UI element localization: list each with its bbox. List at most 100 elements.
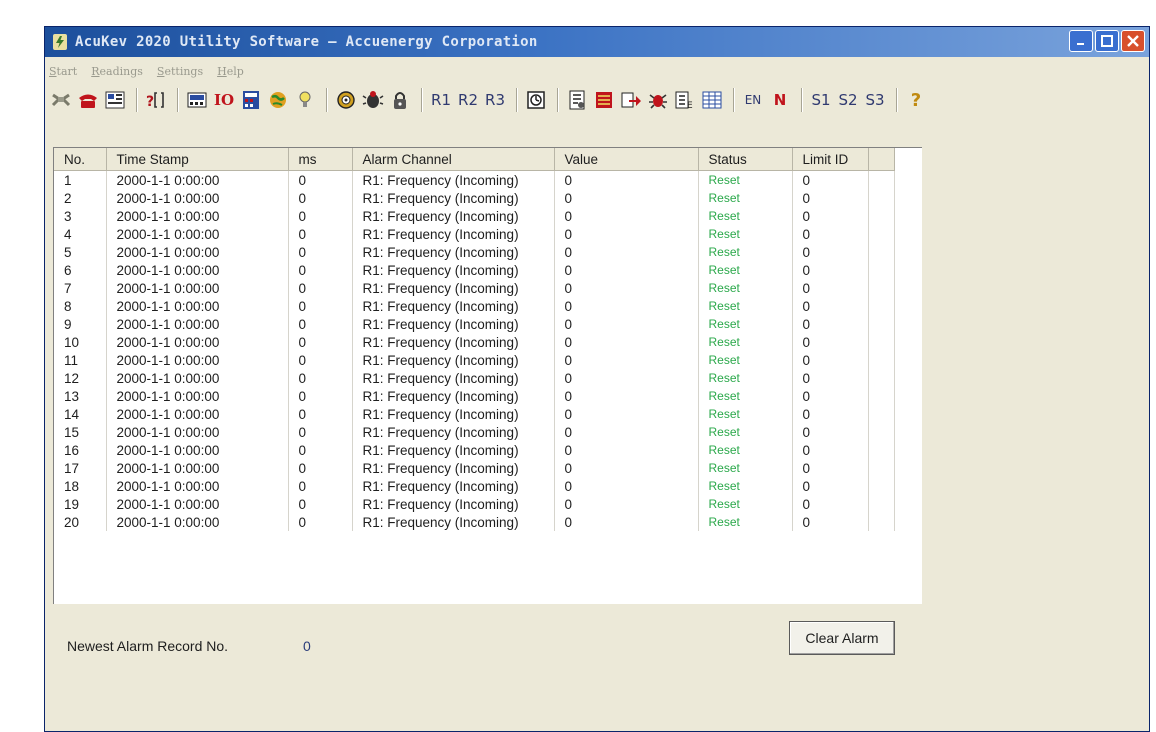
table-row[interactable]: 16 2000-1-1 0:00:00 0 R1: Frequency (Incomi… <box>54 441 895 459</box>
column-header-alarm-channel[interactable]: Alarm Channel <box>352 148 555 171</box>
app-icon <box>53 34 67 50</box>
bug-button[interactable] <box>646 88 670 112</box>
disc-button[interactable] <box>334 88 358 112</box>
toolbar-separator <box>136 88 138 112</box>
table-row[interactable]: 7 2000-1-1 0:00:00 0 R1: Frequency (Incomin… <box>54 279 895 297</box>
cell-filler <box>868 513 895 531</box>
menu-readings[interactable]: Readings <box>91 65 143 78</box>
r2-icon: R2 <box>458 91 478 109</box>
cell-no: 16 <box>54 441 107 459</box>
table-row[interactable]: 17 2000-1-1 0:00:00 0 R1: Frequency (Incomi… <box>54 459 895 477</box>
menu-start[interactable]: Start <box>49 65 77 78</box>
meter-icon <box>187 92 207 108</box>
light-bulb-button[interactable] <box>293 88 317 112</box>
cell-limit-id: 0 <box>792 207 869 225</box>
table-row[interactable]: 5 2000-1-1 0:00:00 0 R1: Frequency (Incomin… <box>54 243 895 261</box>
table-row[interactable]: 10 2000-1-1 0:00:00 0 R1: Frequency (Incomi… <box>54 333 895 351</box>
column-header-no[interactable]: No. <box>54 148 107 171</box>
cell-filler <box>868 333 895 351</box>
table-row[interactable]: 11 2000-1-1 0:00:00 0 R1: Frequency (Incomi… <box>54 351 895 369</box>
export-button[interactable] <box>619 88 643 112</box>
query-button[interactable]: ? <box>144 88 168 112</box>
r2-button[interactable]: R2 <box>456 88 480 112</box>
cell-ms: 0 <box>288 477 353 495</box>
table-row[interactable]: 12 2000-1-1 0:00:00 0 R1: Frequency (Incomi… <box>54 369 895 387</box>
cell-ms: 0 <box>288 207 353 225</box>
cell-filler <box>868 261 895 279</box>
cell-status: Reset <box>698 477 793 495</box>
table-row[interactable]: 14 2000-1-1 0:00:00 0 R1: Frequency (Incomi… <box>54 405 895 423</box>
cell-ms: 0 <box>288 333 353 351</box>
s3-button[interactable]: S3 <box>863 88 887 112</box>
r3-button[interactable]: R3 <box>483 88 507 112</box>
io-button[interactable]: IO <box>212 88 236 112</box>
table-row[interactable]: 8 2000-1-1 0:00:00 0 R1: Frequency (Incomin… <box>54 297 895 315</box>
help-icon: ? <box>910 89 922 111</box>
help-button[interactable]: ? <box>904 88 928 112</box>
cell-ms: 0 <box>288 351 353 369</box>
column-header-value[interactable]: Value <box>554 148 699 171</box>
alarm-bug-button[interactable] <box>361 88 385 112</box>
cell-value: 0 <box>554 315 699 333</box>
cell-value: 0 <box>554 225 699 243</box>
book-icon <box>596 92 612 108</box>
cell-status: Reset <box>698 387 793 405</box>
cell-value: 0 <box>554 459 699 477</box>
cell-no: 1 <box>54 170 107 189</box>
meter-button[interactable] <box>185 88 209 112</box>
table-row[interactable]: 2 2000-1-1 0:00:00 0 R1: Frequency (Incomin… <box>54 189 895 207</box>
r1-button[interactable]: R1 <box>429 88 453 112</box>
cell-time-stamp: 2000-1-1 0:00:00 <box>106 351 289 369</box>
device-list-button[interactable] <box>103 88 127 112</box>
minimize-button[interactable] <box>1069 30 1093 52</box>
title-bar[interactable]: AcuKev 2020 Utility Software — Accuenerg… <box>45 27 1149 57</box>
toolbar-separator <box>177 88 179 112</box>
n-button[interactable]: N <box>768 88 792 112</box>
cell-limit-id: 0 <box>792 297 869 315</box>
disc-icon <box>337 91 355 109</box>
cell-ms: 0 <box>288 315 353 333</box>
book-button[interactable] <box>592 88 616 112</box>
menu-settings[interactable]: Settings <box>157 65 203 78</box>
record-button[interactable] <box>565 88 589 112</box>
cell-alarm-channel: R1: Frequency (Incoming) <box>352 387 555 405</box>
phone-button[interactable] <box>76 88 100 112</box>
s2-button[interactable]: S2 <box>836 88 860 112</box>
table-row[interactable]: 20 2000-1-1 0:00:00 0 R1: Frequency (Incomi… <box>54 513 895 531</box>
cell-status: Reset <box>698 170 793 189</box>
cell-value: 0 <box>554 189 699 207</box>
timer-button[interactable] <box>524 88 548 112</box>
globe-button[interactable] <box>266 88 290 112</box>
calculator-button[interactable] <box>239 88 263 112</box>
close-button[interactable] <box>1121 30 1145 52</box>
table-row[interactable]: 18 2000-1-1 0:00:00 0 R1: Frequency (Incomi… <box>54 477 895 495</box>
connect-button[interactable] <box>49 88 73 112</box>
cell-status: Reset <box>698 315 793 333</box>
column-header-limit-id[interactable]: Limit ID <box>792 148 869 171</box>
window-title: AcuKev 2020 Utility Software — Accuenerg… <box>75 34 538 50</box>
cell-value: 0 <box>554 243 699 261</box>
column-header-status[interactable]: Status <box>698 148 793 171</box>
table-row[interactable]: 4 2000-1-1 0:00:00 0 R1: Frequency (Incomin… <box>54 225 895 243</box>
table-row[interactable]: 13 2000-1-1 0:00:00 0 R1: Frequency (Incomi… <box>54 387 895 405</box>
table-row[interactable]: 1 2000-1-1 0:00:00 0 R1: Frequency (Incomin… <box>54 170 895 189</box>
toolbar-separator <box>733 88 735 112</box>
menu-help[interactable]: Help <box>217 65 244 78</box>
table-row[interactable]: 6 2000-1-1 0:00:00 0 R1: Frequency (Incomin… <box>54 261 895 279</box>
s3-icon: S3 <box>865 91 885 109</box>
cell-time-stamp: 2000-1-1 0:00:00 <box>106 170 289 189</box>
maximize-button[interactable] <box>1095 30 1119 52</box>
table-row[interactable]: 9 2000-1-1 0:00:00 0 R1: Frequency (Incomin… <box>54 315 895 333</box>
lock-button[interactable] <box>388 88 412 112</box>
column-header-ms[interactable]: ms <box>288 148 353 171</box>
alarm-table: No. Time Stamp ms Alarm Channel Value St… <box>54 148 895 531</box>
table-row[interactable]: 19 2000-1-1 0:00:00 0 R1: Frequency (Incomi… <box>54 495 895 513</box>
table-row[interactable]: 15 2000-1-1 0:00:00 0 R1: Frequency (Incomi… <box>54 423 895 441</box>
eb-button[interactable]: E <box>673 88 697 112</box>
column-header-time-stamp[interactable]: Time Stamp <box>106 148 289 171</box>
clear-alarm-button[interactable]: Clear Alarm <box>789 621 895 655</box>
s1-button[interactable]: S1 <box>809 88 833 112</box>
table-row[interactable]: 3 2000-1-1 0:00:00 0 R1: Frequency (Incomin… <box>54 207 895 225</box>
grid-button[interactable] <box>700 88 724 112</box>
en-button[interactable]: EN <box>741 88 765 112</box>
